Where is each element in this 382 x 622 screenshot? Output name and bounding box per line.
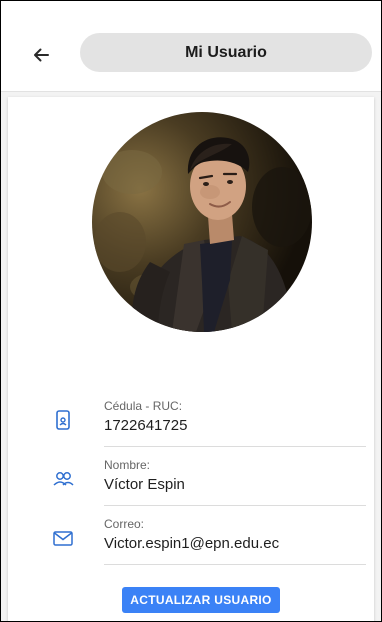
app-bar: Mi Usuario: [1, 1, 381, 92]
title-pill: Mi Usuario: [80, 33, 372, 72]
page-title: Mi Usuario: [185, 43, 267, 61]
cedula-value: 1722641725: [104, 417, 188, 434]
arrow-left-icon: [34, 48, 49, 62]
profile-card: Cédula - RUC: 1722641725 Nombre: Víctor …: [8, 97, 374, 621]
update-user-button[interactable]: ACTUALIZAR USUARIO: [122, 587, 280, 613]
back-button[interactable]: [23, 37, 59, 73]
info-row-nombre: Nombre: Víctor Espin: [8, 454, 374, 512]
nombre-label: Nombre:: [104, 458, 151, 472]
user-portrait-photo: [92, 112, 312, 332]
nombre-value: Víctor Espin: [104, 476, 185, 493]
divider: [104, 505, 366, 506]
info-row-correo: Correo: Victor.espin1@epn.edu.ec: [8, 513, 374, 571]
app-frame: Mi Usuario Cédula - RUC: 1722641725 Nomb…: [0, 0, 382, 622]
cedula-label: Cédula - RUC:: [104, 399, 183, 413]
correo-value: Victor.espin1@epn.edu.ec: [104, 535, 280, 552]
divider: [104, 564, 366, 565]
mail-icon: [53, 531, 73, 546]
phone-id-icon: [56, 410, 70, 430]
info-row-cedula: Cédula - RUC: 1722641725: [8, 395, 374, 453]
users-icon: [53, 472, 74, 486]
correo-label: Correo:: [104, 517, 145, 531]
avatar: [92, 112, 312, 332]
divider: [104, 446, 366, 447]
